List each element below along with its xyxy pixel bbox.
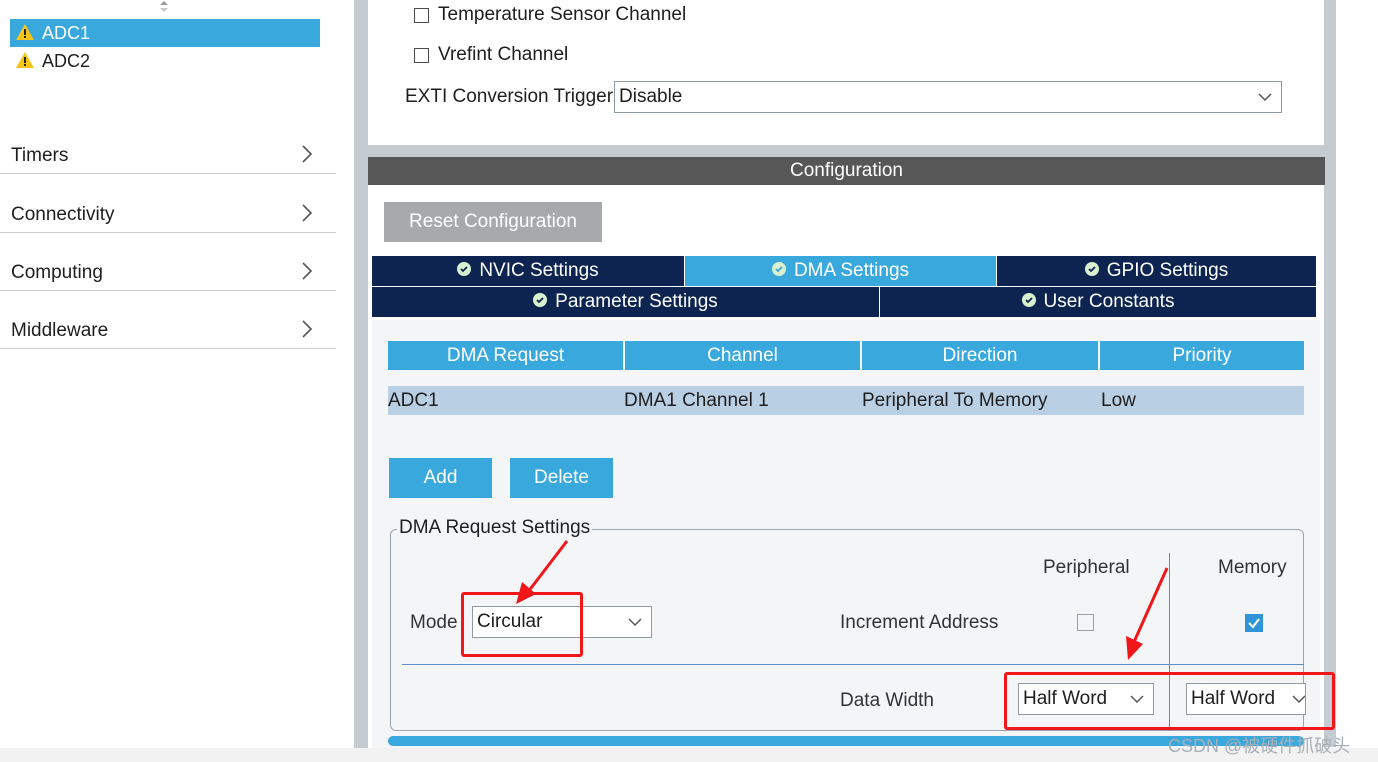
annotation-arrows [516, 540, 1169, 660]
watermark: CSDN @被硬件抓破头 [1168, 736, 1351, 756]
annotation-arrow-data-width [1126, 567, 1169, 660]
horizontal-scrollbar[interactable] [388, 736, 1304, 746]
annotation-arrow-mode [516, 540, 569, 604]
